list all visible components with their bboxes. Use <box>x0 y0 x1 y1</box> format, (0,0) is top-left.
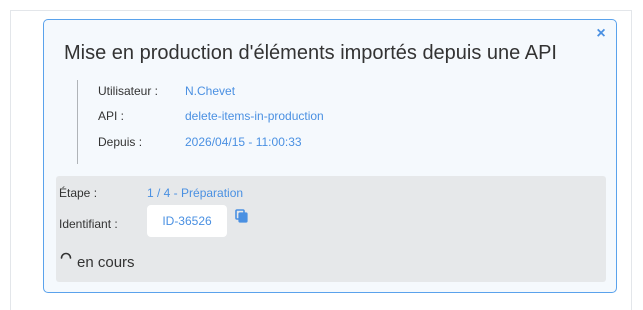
copy-icon[interactable] <box>235 209 248 223</box>
since-label: Depuis : <box>98 135 143 149</box>
task-title: Mise en production d'éléments importés d… <box>64 42 557 64</box>
api-label: API : <box>98 109 125 123</box>
identifier-chip[interactable]: ID-36526 <box>147 205 227 237</box>
user-link[interactable]: N.Chevet <box>185 84 235 98</box>
status-text: en cours <box>77 254 135 271</box>
step-value: 1 / 4 - Préparation <box>147 186 244 200</box>
spinner-icon <box>60 252 72 259</box>
task-details: Étape : 1 / 4 - Préparation Identifiant … <box>56 176 606 282</box>
step-label: Étape : <box>59 186 98 200</box>
since-value: 2026/04/15 - 11:00:33 <box>185 135 302 149</box>
task-meta: Utilisateur : N.Chevet API : delete-item… <box>77 80 498 164</box>
task-card: × Mise en production d'éléments importés… <box>43 19 617 293</box>
identifier-label: Identifiant : <box>59 217 118 231</box>
close-icon[interactable]: × <box>595 26 607 42</box>
api-link[interactable]: delete-items-in-production <box>185 109 324 123</box>
user-label: Utilisateur : <box>98 84 159 98</box>
